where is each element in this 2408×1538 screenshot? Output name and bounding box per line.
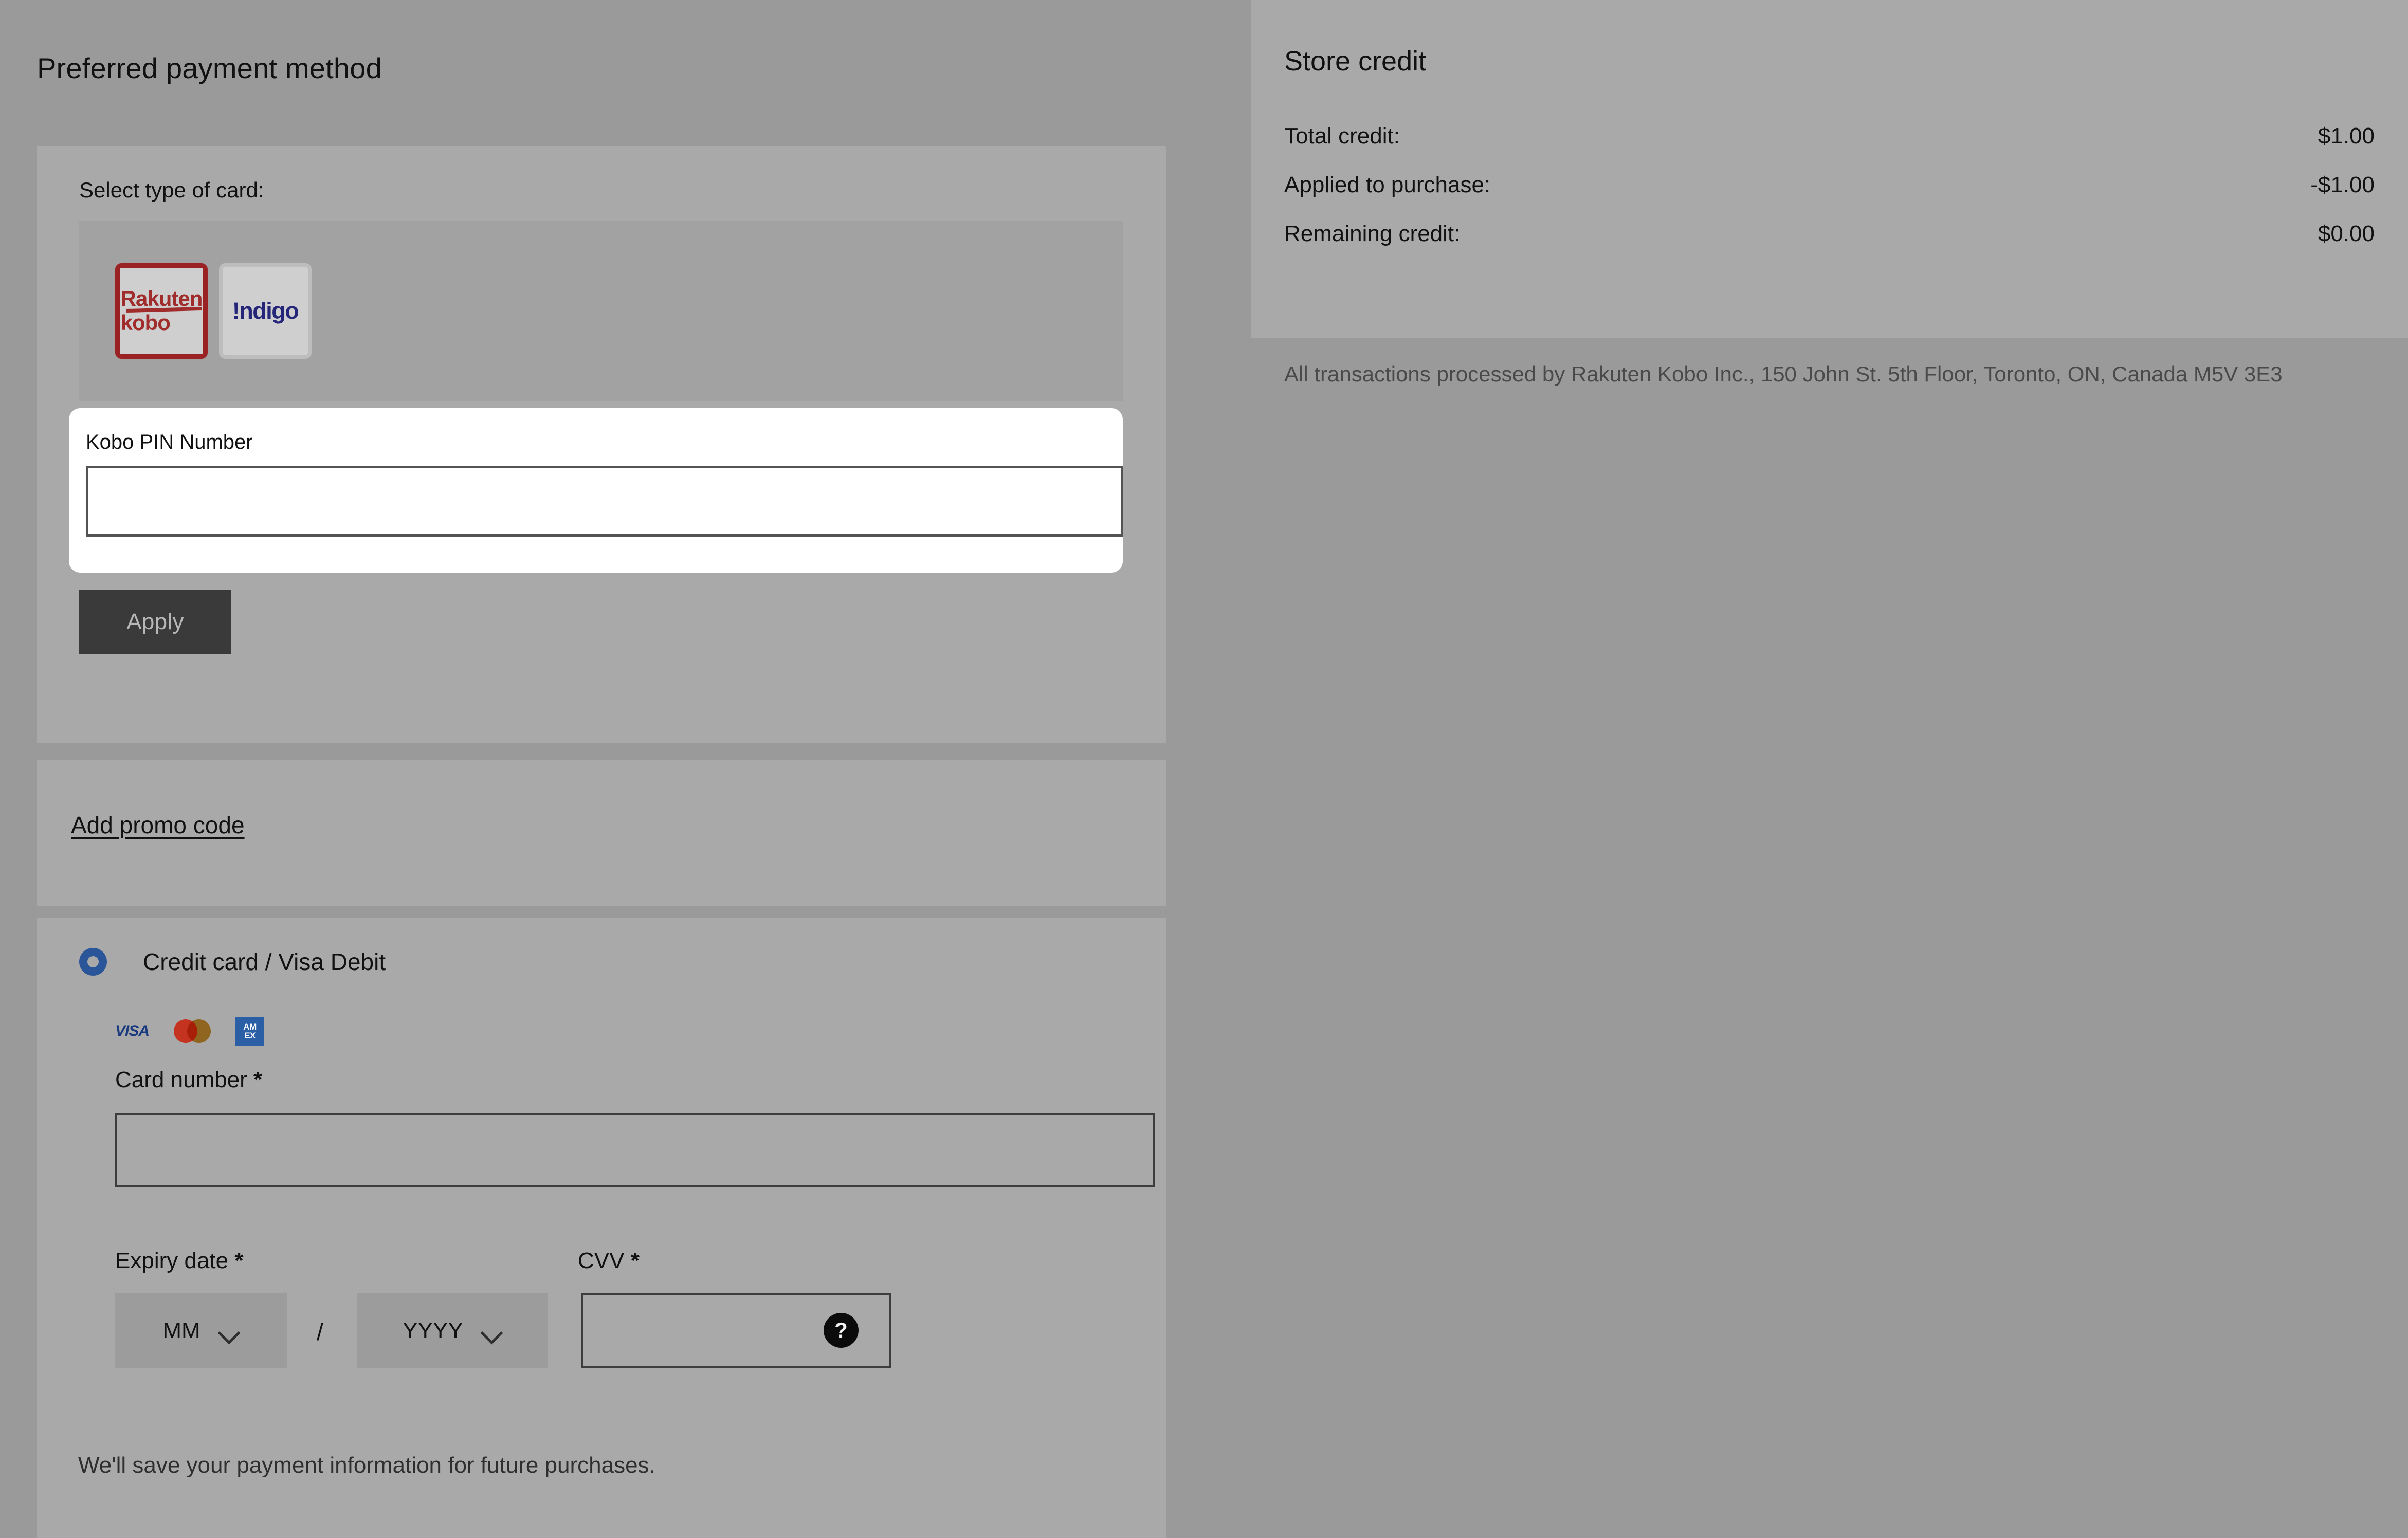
card-option-rakuten-kobo[interactable]: Rakuten kobo [115, 263, 208, 359]
store-credit-panel: Store credit Total credit: $1.00 Applied… [1251, 0, 2408, 338]
total-credit-value: $1.00 [2318, 123, 2375, 149]
card-option-indigo[interactable]: !ndigo [219, 263, 312, 359]
credit-card-radio[interactable] [79, 948, 107, 976]
order-summary-column: Store credit Total credit: $1.00 Applied… [1251, 0, 2408, 1538]
cvv-help-icon[interactable]: ? [824, 1313, 859, 1348]
checkout-payment-page: Preferred payment method Select type of … [0, 0, 2408, 1538]
card-number-label-text: Card number [115, 1067, 247, 1092]
store-credit-title: Store credit [1284, 46, 1427, 77]
visa-icon: VISA [115, 1022, 150, 1039]
apply-button[interactable]: Apply [79, 590, 231, 654]
credit-card-option-row[interactable]: Credit card / Visa Debit [79, 948, 386, 976]
cvv-label-text: CVV [578, 1248, 625, 1273]
add-promo-code-link[interactable]: Add promo code [71, 811, 245, 839]
expiry-year-select[interactable]: YYYY [357, 1293, 548, 1368]
expiry-month-select[interactable]: MM [115, 1293, 287, 1368]
select-card-type-label: Select type of card: [79, 178, 264, 202]
credit-card-panel: Credit card / Visa Debit VISA AM EX Card… [37, 918, 1166, 1538]
applied-to-purchase-label: Applied to purchase: [1284, 172, 1491, 197]
cvv-label: CVV * [578, 1248, 640, 1274]
page-title: Preferred payment method [37, 52, 382, 84]
card-type-panel: Select type of card: Rakuten kobo !ndigo… [37, 146, 1166, 743]
transactions-legal-text: All transactions processed by Rakuten Ko… [1284, 362, 2283, 386]
amex-line2: EX [244, 1031, 256, 1040]
chevron-down-icon [220, 1325, 240, 1336]
kobo-pin-input[interactable] [86, 466, 1123, 537]
save-payment-note: We'll save your payment information for … [78, 1453, 655, 1478]
expiry-date-label-text: Expiry date [115, 1248, 229, 1273]
payment-method-column: Preferred payment method Select type of … [0, 0, 1224, 1538]
kobo-logo-line1: Rakuten [121, 288, 203, 312]
mastercard-icon [174, 1019, 211, 1043]
card-brand-selector: Rakuten kobo !ndigo [79, 221, 1123, 401]
kobo-pin-field-group: Kobo PIN Number [69, 408, 1123, 573]
store-credit-rows: Total credit: $1.00 Applied to purchase:… [1284, 123, 2375, 270]
expiry-month-value: MM [162, 1318, 200, 1343]
amex-line1: AM [243, 1022, 257, 1032]
cvv-required-mark: * [630, 1248, 640, 1273]
chevron-down-icon [483, 1325, 502, 1336]
applied-to-purchase-value: -$1.00 [2310, 172, 2375, 197]
promo-code-panel: Add promo code [37, 760, 1166, 906]
accepted-card-brands: VISA AM EX [115, 1017, 265, 1046]
store-credit-row: Total credit: $1.00 [1284, 123, 2375, 149]
credit-card-option-label: Credit card / Visa Debit [143, 948, 386, 975]
kobo-pin-label: Kobo PIN Number [86, 431, 253, 453]
card-number-label: Card number * [115, 1067, 262, 1093]
expiry-separator: / [317, 1319, 323, 1345]
kobo-logo-line2: kobo [120, 310, 171, 335]
indigo-logo: !ndigo [232, 298, 299, 324]
amex-icon: AM EX [235, 1017, 265, 1046]
card-number-input[interactable] [115, 1113, 1155, 1187]
total-credit-label: Total credit: [1284, 123, 1400, 149]
expiry-date-label: Expiry date * [115, 1248, 243, 1274]
store-credit-row: Applied to purchase: -$1.00 [1284, 172, 2375, 198]
rakuten-kobo-logo: Rakuten kobo [121, 288, 203, 333]
card-number-required-mark: * [253, 1067, 263, 1092]
remaining-credit-value: $0.00 [2318, 221, 2375, 246]
expiry-year-value: YYYY [403, 1318, 463, 1343]
store-credit-row: Remaining credit: $0.00 [1284, 221, 2375, 247]
remaining-credit-label: Remaining credit: [1284, 221, 1461, 246]
expiry-required-mark: * [234, 1248, 244, 1273]
